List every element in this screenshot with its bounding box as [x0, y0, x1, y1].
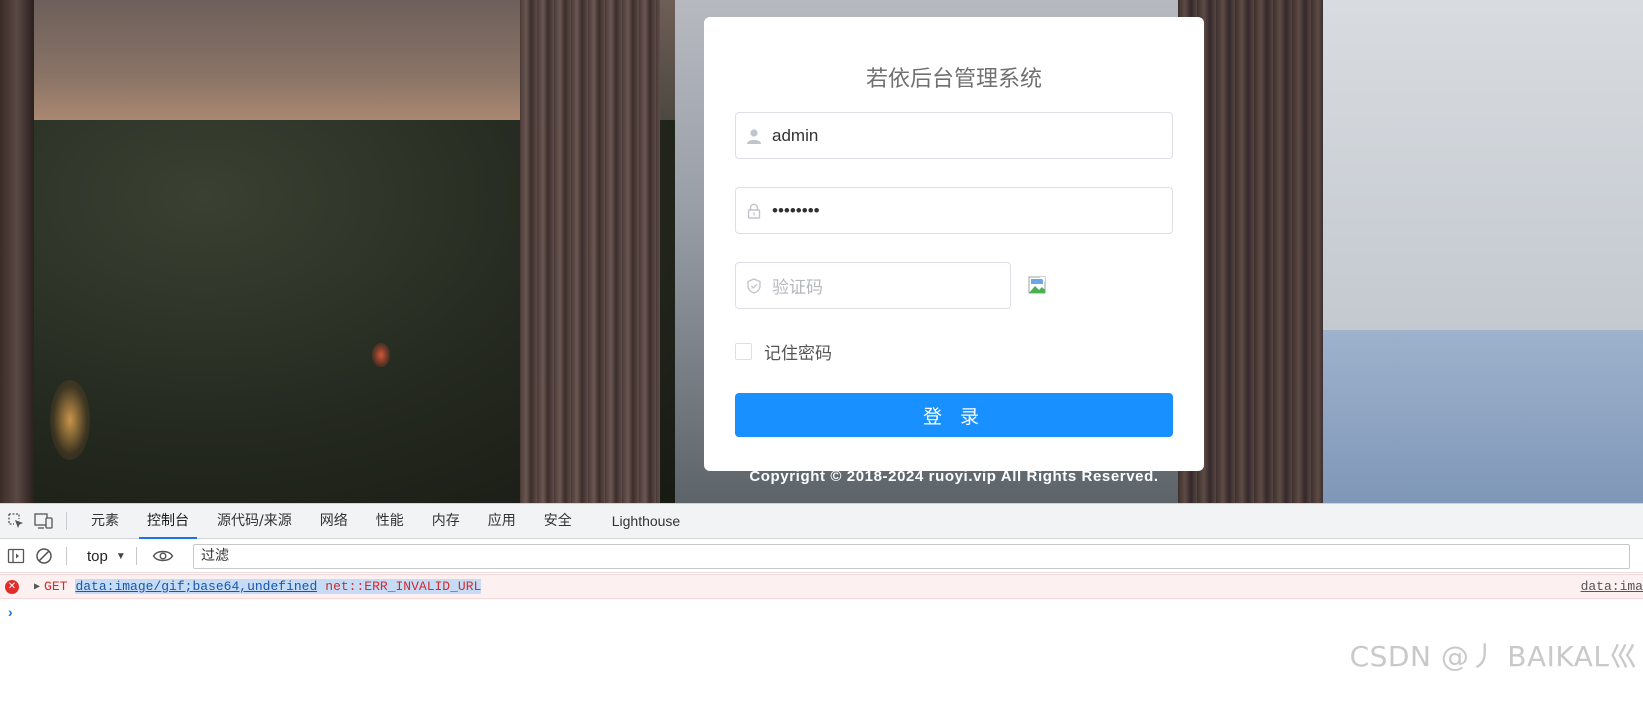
password-value: •••••••• [772, 200, 820, 220]
broken-captcha-image-icon[interactable] [1028, 276, 1048, 296]
login-title: 若依后台管理系统 [865, 67, 1042, 92]
toolbar-divider [66, 512, 67, 530]
login-button[interactable]: 登 录 [735, 393, 1173, 437]
shield-icon [736, 277, 772, 294]
captcha-placeholder: 验证码 [772, 278, 823, 298]
tab-console[interactable]: 控制台 [133, 504, 203, 539]
password-field[interactable]: •••••••• [735, 187, 1173, 234]
inspect-element-icon[interactable] [4, 509, 28, 533]
tab-performance[interactable]: 性能 [362, 504, 418, 539]
tab-sources[interactable]: 源代码/来源 [203, 504, 306, 539]
clear-console-icon[interactable] [32, 544, 56, 568]
error-message: net::ERR_INVALID_URL [317, 579, 482, 594]
background-light-spot [50, 380, 90, 460]
tab-network[interactable]: 网络 [306, 504, 362, 539]
console-prompt[interactable]: › [8, 604, 13, 620]
console-error-row[interactable]: ✕ ▶ GET data:image/gif;base64,undefined … [0, 574, 1643, 599]
user-icon [736, 128, 772, 144]
page-viewport: 若依后台管理系统 admin •••••••• 验证码 记住密码 登 录 Cop… [0, 0, 1643, 503]
console-filter-input[interactable]: 过滤 [193, 544, 1630, 569]
login-card: 若依后台管理系统 admin •••••••• 验证码 记住密码 登 录 [704, 17, 1204, 471]
error-source-link[interactable]: data:ima [1581, 579, 1643, 594]
background-red-light [372, 343, 390, 367]
copyright-text: Copyright © 2018-2024 ruoyi.vip All Righ… [749, 468, 1159, 485]
background-sea [1323, 330, 1643, 503]
csdn-watermark: CSDN @丿 BAIKAL巛 [1349, 640, 1638, 673]
toolbar-divider [66, 547, 67, 565]
username-field[interactable]: admin [735, 112, 1173, 159]
tab-memory[interactable]: 内存 [418, 504, 474, 539]
error-url-link[interactable]: data:image/gif;base64,undefined [75, 579, 318, 594]
tab-security[interactable]: 安全 [530, 504, 586, 539]
eye-icon[interactable] [151, 544, 175, 568]
username-value: admin [772, 125, 819, 145]
remember-checkbox[interactable] [735, 343, 752, 360]
background-window-frame-left [0, 0, 34, 503]
context-selector[interactable]: top ▼ [87, 548, 126, 565]
caret-down-icon: ▼ [115, 550, 126, 562]
tab-elements[interactable]: 元素 [77, 504, 133, 539]
error-method: GET [44, 579, 68, 594]
device-toolbar-icon[interactable] [32, 509, 56, 533]
toolbar-divider [135, 547, 137, 565]
captcha-field[interactable]: 验证码 [735, 262, 1011, 309]
error-icon: ✕ [5, 579, 19, 594]
remember-label: 记住密码 [764, 344, 832, 364]
devtools-panel: 元素 控制台 源代码/来源 网络 性能 内存 应用 安全 Lighthouse … [0, 503, 1643, 707]
context-value: top [87, 547, 108, 565]
console-toolbar: top ▼ 过滤 [0, 540, 1643, 573]
remember-password[interactable]: 记住密码 [735, 339, 832, 364]
background-window-frame [520, 0, 660, 503]
expand-arrow-icon[interactable]: ▶ [34, 581, 40, 593]
tab-lighthouse[interactable]: Lighthouse [598, 504, 695, 539]
tab-application[interactable]: 应用 [474, 504, 530, 539]
devtools-tabbar: 元素 控制台 源代码/来源 网络 性能 内存 应用 安全 Lighthouse [0, 504, 1643, 539]
lock-icon [736, 203, 772, 219]
sidebar-toggle-icon[interactable] [4, 544, 28, 568]
background-sky-right [1323, 0, 1643, 330]
